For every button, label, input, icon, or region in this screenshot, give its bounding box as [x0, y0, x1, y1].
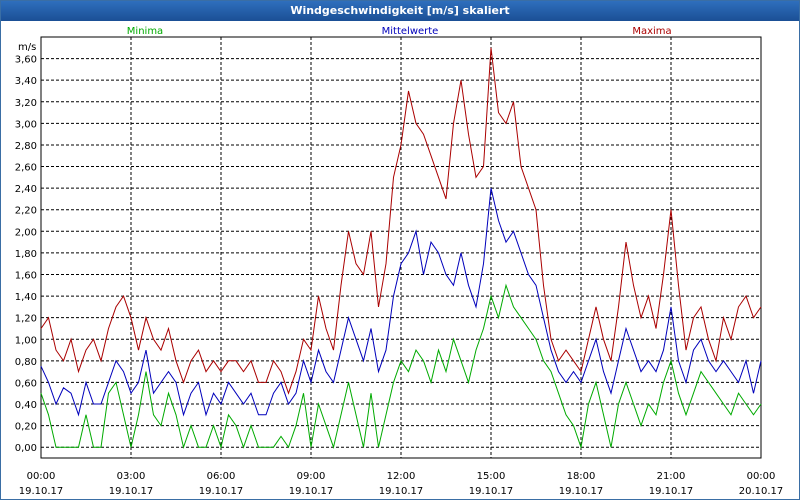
y-tick-label: 1,80	[15, 249, 37, 260]
y-tick-label: 3,60	[15, 55, 37, 66]
x-tick-date: 19.10.17	[109, 486, 154, 497]
y-tick-label: 0,00	[15, 443, 37, 454]
y-tick-label: 3,00	[15, 119, 37, 130]
y-tick-label: 2,60	[15, 163, 37, 174]
x-tick-time: 18:00	[567, 471, 596, 482]
x-tick-time: 21:00	[657, 471, 686, 482]
y-tick-label: 0,60	[15, 378, 37, 389]
x-tick-time: 15:00	[477, 471, 506, 482]
x-tick-date: 19.10.17	[469, 486, 514, 497]
y-axis-label: m/s	[18, 42, 36, 53]
y-tick-label: 2,80	[15, 141, 37, 152]
legend: Minima Mittelwerte Maxima	[127, 26, 672, 37]
y-tick-label: 1,40	[15, 292, 37, 303]
legend-item-maxima: Maxima	[632, 26, 671, 37]
y-tick-label: 1,00	[15, 335, 37, 346]
x-tick-time: 00:00	[747, 471, 776, 482]
y-tick-label: 3,20	[15, 98, 37, 109]
x-tick-labels: 00:00 19.10.17 03:00 19.10.17 06:00 19.10.17 0…	[19, 471, 784, 497]
y-tick-labels: 0,00 0,20 0,40 0,60 0,80 1,00 1,20 1,40 1,60 1,80…	[15, 55, 37, 455]
legend-item-minima: Minima	[127, 26, 163, 37]
x-tick-time: 09:00	[297, 471, 326, 482]
wind-speed-chart: 0,00 0,20 0,40 0,60 0,80 1,00 1,20 1,40 1,60 1,80…	[15, 26, 784, 497]
y-tick-label: 0,40	[15, 400, 37, 411]
y-tick-label: 1,20	[15, 314, 37, 325]
x-tick-date: 19.10.17	[19, 486, 64, 497]
x-tick-date: 19.10.17	[379, 486, 424, 497]
y-tick-label: 0,20	[15, 422, 37, 433]
x-tick-time: 00:00	[27, 471, 56, 482]
y-tick-label: 2,00	[15, 227, 37, 238]
x-tick-date: 20.10.17	[739, 486, 784, 497]
x-tick-time: 03:00	[117, 471, 146, 482]
x-tick-date: 19.10.17	[649, 486, 694, 497]
x-tick-time: 06:00	[207, 471, 236, 482]
legend-item-mittelwerte: Mittelwerte	[382, 26, 439, 37]
y-tick-label: 2,40	[15, 184, 37, 195]
x-tick-date: 19.10.17	[199, 486, 244, 497]
y-tick-label: 2,20	[15, 206, 37, 217]
y-tick-label: 3,40	[15, 76, 37, 87]
x-tick-time: 12:00	[387, 471, 416, 482]
y-tick-label: 0,80	[15, 357, 37, 368]
x-tick-date: 19.10.17	[289, 486, 334, 497]
x-tick-date: 19.10.17	[559, 486, 604, 497]
y-tick-label: 1,60	[15, 270, 37, 281]
grid-lines	[40, 36, 762, 459]
